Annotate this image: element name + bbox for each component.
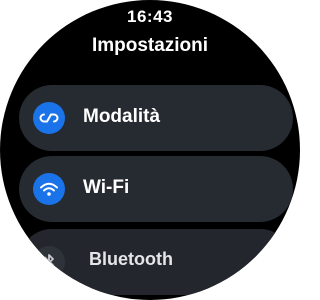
page-title: Impostazioni bbox=[91, 35, 209, 56]
settings-item-label: Modalità bbox=[83, 106, 161, 127]
settings-item-bluetooth[interactable]: Bluetooth bbox=[19, 229, 293, 295]
modes-icon bbox=[33, 102, 65, 134]
wifi-icon bbox=[33, 173, 65, 205]
bluetooth-icon bbox=[33, 246, 65, 278]
watch-screen: 16:43 Impostazioni Modalità Wi-Fi Blueto… bbox=[0, 0, 300, 300]
settings-item-label: Bluetooth bbox=[89, 249, 173, 269]
settings-item-wifi[interactable]: Wi-Fi bbox=[19, 156, 293, 222]
settings-item-modes[interactable]: Modalità bbox=[19, 85, 293, 151]
settings-item-label: Wi-Fi bbox=[83, 177, 130, 198]
status-time: 16:43 bbox=[127, 7, 173, 26]
